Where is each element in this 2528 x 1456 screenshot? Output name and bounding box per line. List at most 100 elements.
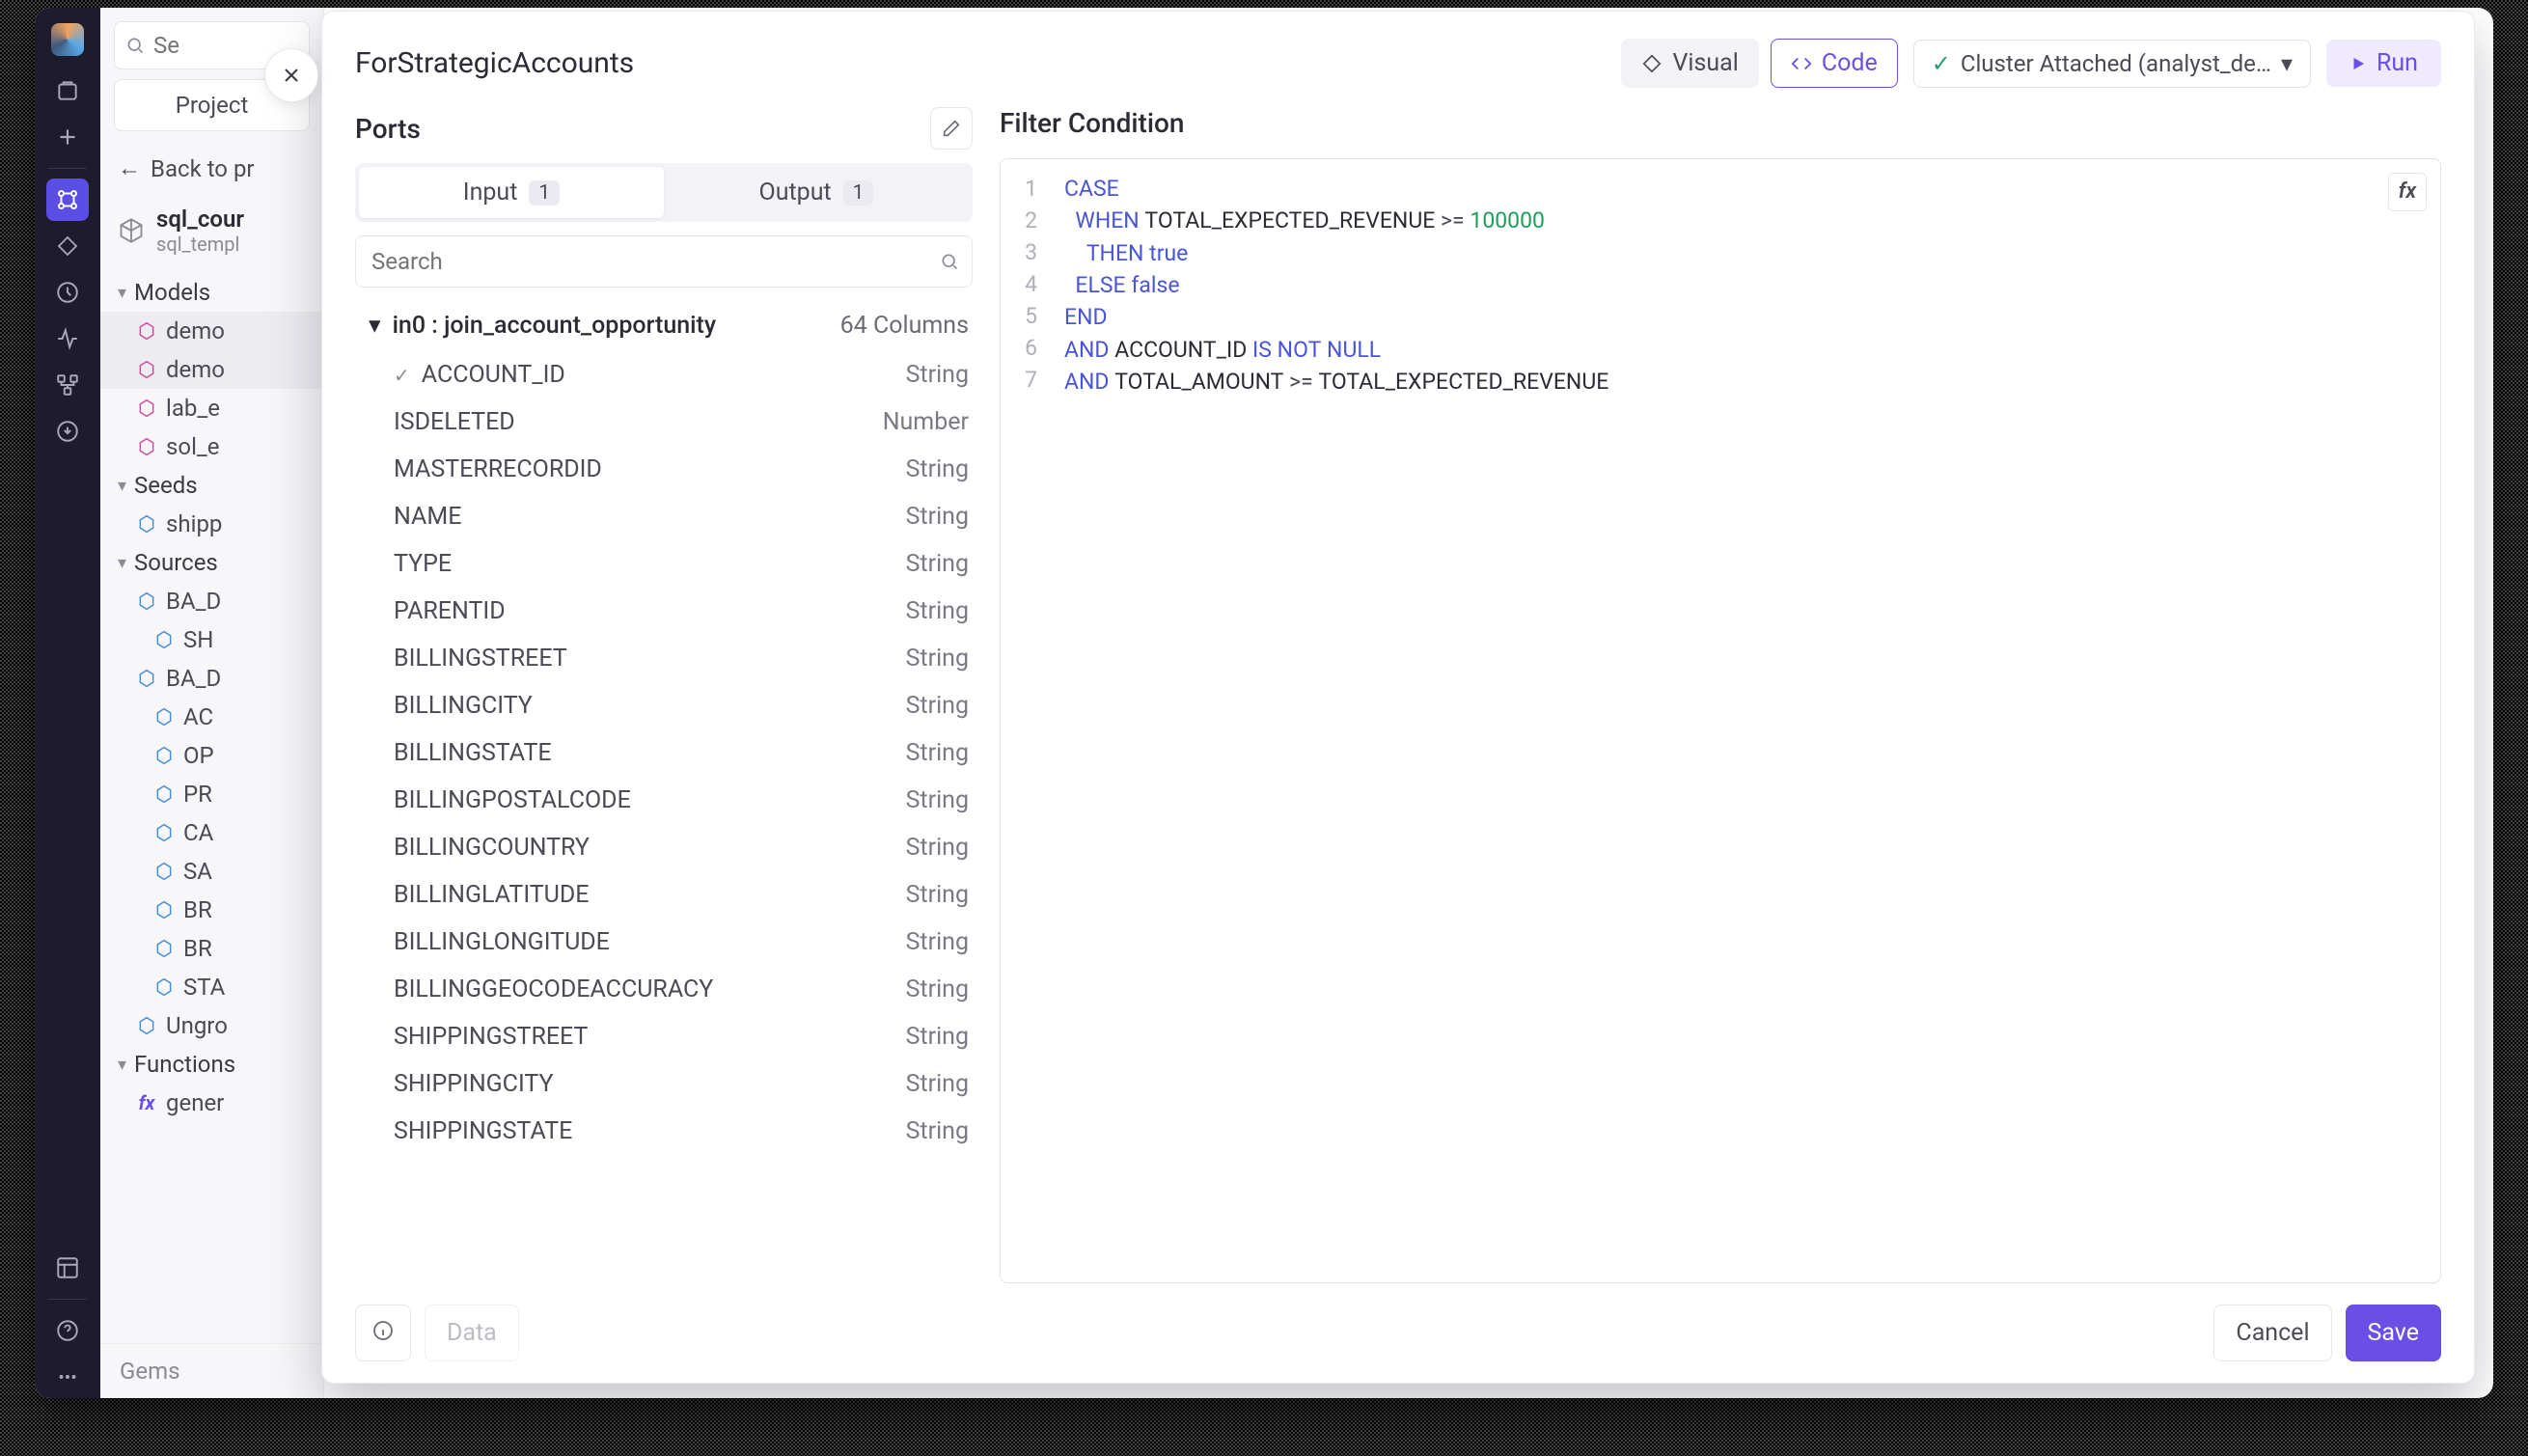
rail-nodes-icon[interactable] xyxy=(46,364,89,406)
info-button[interactable] xyxy=(355,1305,411,1361)
source-item[interactable]: PR xyxy=(100,775,323,813)
source-item[interactable]: SA xyxy=(100,852,323,891)
column-type: String xyxy=(906,455,969,483)
seeds-label: Seeds xyxy=(134,472,198,499)
rail-pipeline-icon[interactable] xyxy=(46,179,89,221)
models-group[interactable]: ▾Models xyxy=(100,273,323,312)
code-toggle[interactable]: Code xyxy=(1771,39,1898,88)
check-icon: ✓ xyxy=(394,364,410,387)
gems-section[interactable]: Gems xyxy=(100,1343,323,1398)
column-name: SHIPPINGCITY xyxy=(394,1070,554,1098)
column-row[interactable]: BILLINGLATITUDEString xyxy=(355,871,973,919)
source-item[interactable]: CA xyxy=(100,813,323,852)
ungrouped-item[interactable]: Ungro xyxy=(100,1006,323,1045)
column-row[interactable]: BILLINGLONGITUDE String xyxy=(355,919,973,966)
column-row[interactable]: PARENTIDString xyxy=(355,588,973,635)
model-item[interactable]: demo xyxy=(100,350,323,389)
code-editor[interactable]: 1234567 CASE WHEN TOTAL_EXPECTED_REVENUE… xyxy=(1000,158,2441,1283)
column-type: String xyxy=(906,1070,969,1098)
output-tab[interactable]: Output 1 xyxy=(664,167,969,218)
rail-more-icon[interactable] xyxy=(46,1356,89,1398)
source-item[interactable]: AC xyxy=(100,698,323,736)
column-row[interactable]: SHIPPINGCITY String xyxy=(355,1060,973,1108)
column-row[interactable]: NAMEString xyxy=(355,493,973,540)
seeds-group[interactable]: ▾Seeds xyxy=(100,466,323,505)
column-name: NAME xyxy=(394,503,461,531)
rail-history-icon[interactable] xyxy=(46,271,89,314)
rail-download-icon[interactable] xyxy=(46,410,89,453)
source-item[interactable]: SH xyxy=(100,620,323,659)
column-row[interactable]: SHIPPINGSTREETString xyxy=(355,1013,973,1060)
column-type: String xyxy=(906,928,969,956)
sources-group[interactable]: ▾Sources xyxy=(100,543,323,582)
column-name: MASTERRECORDID xyxy=(394,455,602,483)
source-item[interactable]: BA_D xyxy=(100,659,323,698)
close-button[interactable] xyxy=(264,48,318,102)
seed-item[interactable]: shipp xyxy=(100,505,323,543)
column-type: String xyxy=(906,692,969,720)
edit-ports-button[interactable] xyxy=(930,107,973,150)
column-type: String xyxy=(906,834,969,862)
column-row[interactable]: ISDELETEDNumber xyxy=(355,398,973,446)
input-tab-label: Input xyxy=(463,179,518,206)
column-row[interactable]: BILLINGSTATEString xyxy=(355,729,973,777)
source-item[interactable]: STA xyxy=(100,968,323,1006)
arrow-left-icon: ← xyxy=(118,154,141,182)
column-row[interactable]: MASTERRECORDID String xyxy=(355,446,973,493)
column-row[interactable]: BILLINGCOUNTRYString xyxy=(355,824,973,871)
port-group-header[interactable]: ▾ in0 : join_account_opportunity 64 Colu… xyxy=(355,299,973,351)
source-label: STA xyxy=(183,974,225,1001)
functions-group[interactable]: ▾Functions xyxy=(100,1045,323,1084)
column-row[interactable]: BILLINGCITYString xyxy=(355,682,973,729)
columns-list: ✓ACCOUNT_IDStringISDELETEDNumberMASTERRE… xyxy=(355,351,973,1283)
model-item[interactable]: lab_e xyxy=(100,389,323,427)
search-icon xyxy=(940,252,959,271)
port-search-input[interactable] xyxy=(355,235,973,288)
column-row[interactable]: BILLINGPOSTALCODEString xyxy=(355,777,973,824)
model-item[interactable]: demo xyxy=(100,312,323,350)
model-item[interactable]: sol_e xyxy=(100,427,323,466)
function-item[interactable]: fxgener xyxy=(100,1084,323,1122)
run-label: Run xyxy=(2377,49,2418,77)
column-name: TYPE xyxy=(394,550,452,578)
data-button: Data xyxy=(425,1305,519,1361)
rail-add-icon[interactable] xyxy=(46,116,89,158)
source-item[interactable]: BR xyxy=(100,929,323,968)
column-name: ACCOUNT_ID xyxy=(422,361,565,389)
column-row[interactable]: ✓ACCOUNT_IDString xyxy=(355,351,973,398)
output-count-badge: 1 xyxy=(843,180,874,206)
source-label: PR xyxy=(183,781,212,808)
cluster-dropdown[interactable]: ✓ Cluster Attached (analyst_de… ▾ xyxy=(1913,40,2311,88)
save-button[interactable]: Save xyxy=(2346,1305,2441,1361)
column-row[interactable]: BILLINGGEOCODEACCURACYString xyxy=(355,966,973,1013)
source-item[interactable]: OP xyxy=(100,736,323,775)
chevron-down-icon: ▾ xyxy=(118,283,126,303)
rail-projects-icon[interactable] xyxy=(46,69,89,112)
seed-label: shipp xyxy=(166,510,222,537)
fx-icon: fx xyxy=(137,1091,156,1114)
run-button[interactable]: Run xyxy=(2326,40,2441,87)
column-row[interactable]: TYPEString xyxy=(355,540,973,588)
column-type: String xyxy=(906,597,969,625)
fx-button[interactable]: fx xyxy=(2388,173,2427,211)
source-item[interactable]: BA_D xyxy=(100,582,323,620)
input-tab[interactable]: Input 1 xyxy=(359,167,664,218)
back-link[interactable]: ← Back to pr xyxy=(100,145,323,192)
column-name: BILLINGLONGITUDE xyxy=(394,928,610,956)
rail-dashboard-icon[interactable] xyxy=(46,1247,89,1289)
ports-heading: Ports xyxy=(355,113,421,145)
code-area[interactable]: CASE WHEN TOTAL_EXPECTED_REVENUE >= 1000… xyxy=(1049,159,1624,1282)
source-item[interactable]: BR xyxy=(100,891,323,929)
column-row[interactable]: SHIPPINGSTATEString xyxy=(355,1108,973,1155)
visual-toggle[interactable]: Visual xyxy=(1621,39,1758,88)
column-name: SHIPPINGSTATE xyxy=(394,1117,572,1145)
sidebar: Project ← Back to pr sql_cour sql_templ … xyxy=(100,8,324,1398)
rail-diamond-icon[interactable] xyxy=(46,225,89,267)
cancel-button[interactable]: Cancel xyxy=(2213,1305,2331,1361)
rail-activity-icon[interactable] xyxy=(46,317,89,360)
sources-label: Sources xyxy=(134,549,218,576)
functions-label: Functions xyxy=(134,1051,235,1078)
column-row[interactable]: BILLINGSTREETString xyxy=(355,635,973,682)
rail-help-icon[interactable] xyxy=(46,1309,89,1352)
app-logo-icon[interactable] xyxy=(51,23,84,56)
